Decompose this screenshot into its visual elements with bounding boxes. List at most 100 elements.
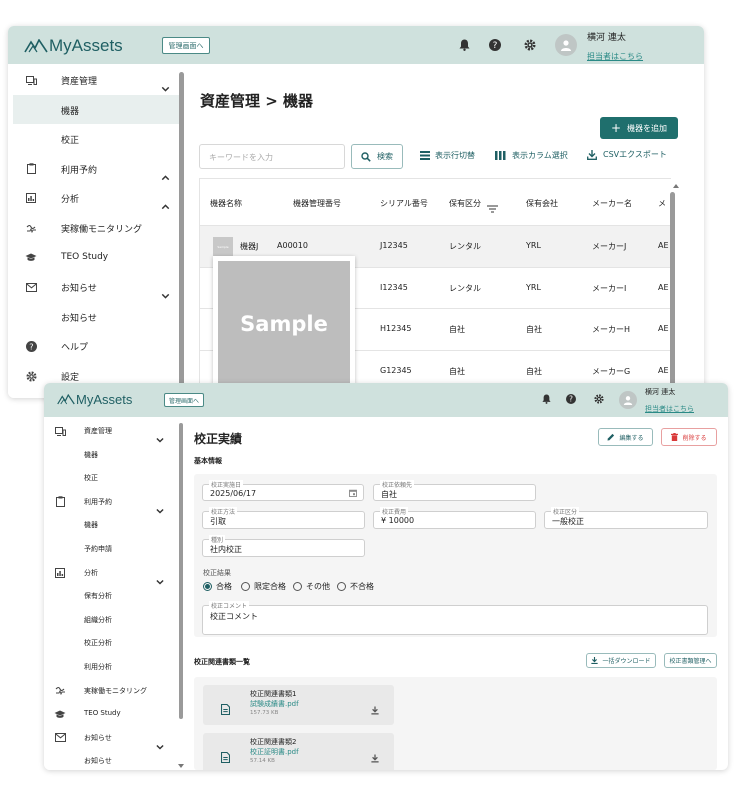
search-button[interactable]: 検索 bbox=[351, 144, 403, 169]
comment-field[interactable]: 校正コメント 校正コメント bbox=[202, 601, 708, 635]
sidebar-item[interactable]: 資産管理 bbox=[44, 419, 178, 443]
result-label: 校正結果 bbox=[203, 569, 231, 577]
type-field[interactable]: 種別 社内校正 bbox=[202, 535, 365, 557]
sidebar-scrollbar[interactable] bbox=[179, 72, 184, 398]
chevron-down-icon[interactable] bbox=[161, 77, 170, 96]
search-icon bbox=[361, 151, 371, 162]
sidebar-item[interactable]: 利用予約 bbox=[8, 154, 180, 184]
sidebar-item[interactable]: TEO Study bbox=[8, 243, 180, 273]
result-radio[interactable]: 合格 bbox=[203, 581, 232, 592]
radio-unchecked-icon[interactable] bbox=[293, 582, 302, 591]
sidebar-item[interactable]: 校正 bbox=[44, 466, 178, 490]
scroll-up-arrow-icon[interactable] bbox=[673, 184, 679, 188]
result-radio-label: 限定合格 bbox=[254, 582, 286, 591]
sidebar-item[interactable]: 保有分析 bbox=[44, 584, 178, 608]
sidebar-item[interactable]: お知らせ bbox=[8, 272, 180, 302]
search-input[interactable]: キーワードを入力 bbox=[199, 144, 345, 169]
sidebar-item[interactable]: TEO Study bbox=[44, 702, 178, 726]
gear-icon bbox=[25, 370, 37, 382]
sidebar-item[interactable]: お知らせ bbox=[44, 726, 178, 750]
document-card[interactable]: 校正関連書類1 試験成績書.pdf 157.73 KB bbox=[203, 685, 394, 725]
doc-management-button[interactable]: 校正書類管理へ bbox=[664, 653, 717, 668]
csv-export-button[interactable]: CSVエクスポート bbox=[587, 149, 667, 160]
document-card[interactable]: 校正関連書類2 校正証明書.pdf 57.14 KB bbox=[203, 733, 394, 770]
radio-unchecked-icon[interactable] bbox=[337, 582, 346, 591]
rows-toggle-button[interactable]: 表示行切替 bbox=[420, 150, 475, 161]
edit-button[interactable]: 編集する bbox=[598, 428, 653, 446]
equipment-list-window: MyAssets 管理画面へ ? 横河 連太 担当者はこちら 資産管理 機器 校正利… bbox=[8, 26, 704, 398]
column-header[interactable]: メ bbox=[658, 198, 666, 209]
contact-link[interactable]: 担当者はこちら bbox=[645, 404, 694, 414]
column-header[interactable]: 保有区分 bbox=[449, 198, 481, 209]
calendar-icon[interactable] bbox=[349, 489, 357, 497]
sidebar-item[interactable]: 予約申請 bbox=[44, 537, 178, 561]
column-header[interactable]: 機器管理番号 bbox=[293, 198, 341, 209]
bulk-download-button[interactable]: 一括ダウンロード bbox=[586, 653, 656, 668]
bell-icon[interactable] bbox=[540, 393, 552, 405]
sidebar-item[interactable]: 機器 bbox=[44, 513, 178, 537]
sidebar-item[interactable]: 機器 bbox=[44, 443, 178, 467]
logo[interactable]: MyAssets bbox=[24, 36, 123, 56]
avatar[interactable] bbox=[555, 34, 577, 56]
admin-screen-button[interactable]: 管理画面へ bbox=[164, 393, 204, 407]
column-header[interactable]: 保有会社 bbox=[526, 198, 558, 209]
method-field[interactable]: 校正方法 引取 bbox=[202, 507, 365, 529]
sidebar-item[interactable]: 機器 bbox=[13, 94, 180, 125]
calibration-date-field[interactable]: 校正実施日 2025/06/17 bbox=[202, 480, 364, 501]
table-scrollbar[interactable] bbox=[670, 192, 675, 398]
column-header[interactable]: シリアル番号 bbox=[380, 198, 428, 209]
sidebar-item[interactable]: 利用分析 bbox=[44, 655, 178, 679]
avatar[interactable] bbox=[619, 391, 637, 409]
sidebar-item[interactable]: 校正分析 bbox=[44, 631, 178, 655]
equipment-thumbnail[interactable]: Sample bbox=[213, 237, 233, 257]
sidebar-item[interactable]: お知らせ bbox=[8, 302, 180, 332]
bell-icon[interactable] bbox=[457, 38, 471, 52]
download-icon[interactable] bbox=[371, 748, 379, 767]
result-radio-label: 不合格 bbox=[350, 582, 374, 591]
column-header[interactable]: 機器名称 bbox=[210, 198, 242, 209]
logo[interactable]: MyAssets bbox=[57, 392, 132, 407]
gear-icon[interactable] bbox=[523, 38, 537, 52]
help-icon[interactable]: ? bbox=[565, 393, 577, 405]
sidebar-item-label: TEO Study bbox=[61, 251, 109, 262]
scroll-down-arrow-icon[interactable] bbox=[178, 764, 184, 768]
document-file-link[interactable]: 校正証明書.pdf bbox=[250, 747, 299, 757]
result-radio[interactable]: 限定合格 bbox=[241, 581, 286, 592]
sidebar-item[interactable]: 利用予約 bbox=[44, 490, 178, 514]
chevron-up-icon[interactable] bbox=[161, 195, 170, 214]
filter-icon[interactable] bbox=[487, 198, 498, 217]
radio-unchecked-icon[interactable] bbox=[241, 582, 250, 591]
cost-field[interactable]: 校正費用 ¥ 10000 bbox=[373, 507, 536, 529]
sidebar-item[interactable]: 分析 bbox=[44, 561, 178, 585]
calibration-category-field[interactable]: 校正区分 一般校正 bbox=[544, 507, 708, 529]
download-icon[interactable] bbox=[371, 700, 379, 719]
sidebar-item[interactable]: お知らせ bbox=[44, 749, 178, 770]
column-select-button[interactable]: 表示カラム選択 bbox=[495, 150, 568, 161]
column-header[interactable]: メーカー名 bbox=[592, 198, 632, 209]
delete-button[interactable]: 削除する bbox=[661, 428, 717, 446]
monitor-icon bbox=[54, 685, 66, 697]
sidebar-item[interactable]: 実稼働モニタリング bbox=[44, 679, 178, 703]
sidebar-item[interactable]: 組織分析 bbox=[44, 608, 178, 632]
sidebar-item-label: 利用分析 bbox=[84, 663, 112, 671]
document-file-link[interactable]: 試験成績書.pdf bbox=[250, 699, 299, 709]
sidebar-scrollbar[interactable] bbox=[179, 423, 183, 719]
admin-screen-button[interactable]: 管理画面へ bbox=[162, 37, 210, 54]
requester-field[interactable]: 校正依頼先 自社 bbox=[373, 480, 536, 501]
help-icon[interactable]: ? bbox=[488, 38, 502, 52]
contact-link[interactable]: 担当者はこちら bbox=[587, 51, 643, 62]
result-radio[interactable]: 不合格 bbox=[337, 581, 374, 592]
sidebar-item[interactable]: 分析 bbox=[8, 183, 180, 213]
sidebar: 資産管理 機器 校正 利用予約 分析 実稼働モニタリング TEO Study お知らせ お知らせ… bbox=[8, 64, 188, 398]
sidebar-item[interactable]: 実稼働モニタリング bbox=[8, 213, 180, 243]
sidebar-item[interactable]: ? ヘルプ bbox=[8, 331, 180, 361]
chevron-down-icon[interactable] bbox=[161, 284, 170, 303]
add-equipment-button[interactable]: + 機器を追加 bbox=[600, 117, 678, 139]
sidebar-item[interactable]: 資産管理 bbox=[8, 65, 180, 95]
sidebar-item-label: お知らせ bbox=[61, 284, 97, 295]
gear-icon[interactable] bbox=[593, 393, 605, 405]
chevron-up-icon[interactable] bbox=[161, 166, 170, 185]
sidebar-item[interactable]: 校正 bbox=[8, 124, 180, 154]
result-radio[interactable]: その他 bbox=[293, 581, 330, 592]
radio-checked-icon[interactable] bbox=[203, 582, 212, 591]
